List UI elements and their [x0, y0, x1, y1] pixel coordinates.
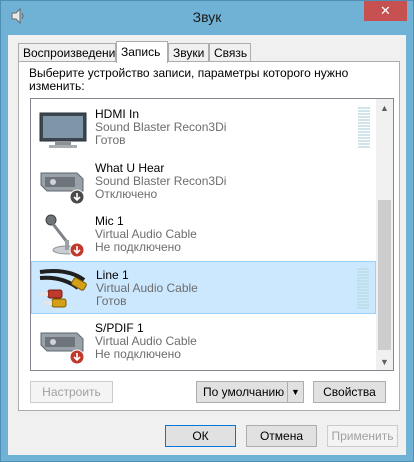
level-meter — [357, 268, 369, 310]
set-default-button[interactable]: По умолчанию ▼ — [196, 381, 304, 403]
set-default-label: По умолчанию — [203, 385, 285, 399]
scroll-up-icon[interactable]: ▲ — [376, 99, 393, 116]
device-item-what-u-hear[interactable]: What U Hear Sound Blaster Recon3Di Отклю… — [31, 155, 376, 208]
device-list-viewport: HDMI In Sound Blaster Recon3Di Готов Wha… — [31, 99, 376, 370]
ok-button[interactable]: ОК — [165, 425, 236, 447]
window-title: Звук — [192, 9, 222, 25]
device-status: Не подключено — [95, 347, 181, 361]
device-list[interactable]: HDMI In Sound Blaster Recon3Di Готов Wha… — [30, 98, 394, 371]
device-name: Line 1 — [96, 268, 129, 282]
tab-sounds[interactable]: Звуки — [168, 43, 209, 62]
scroll-thumb[interactable] — [378, 200, 391, 350]
device-item-line-1[interactable]: Line 1 Virtual Audio Cable Готов — [31, 261, 376, 314]
device-status: Не подключено — [95, 240, 181, 254]
device-item-mic-1[interactable]: Mic 1 Virtual Audio Cable Не подключено — [31, 208, 376, 261]
instruction-text: Выберите устройство записи, параметры ко… — [29, 66, 349, 93]
close-icon: ✕ — [380, 3, 391, 18]
device-driver: Virtual Audio Cable — [95, 227, 197, 241]
dialog-body: Воспроизведение Запись Звуки Связь Выбер… — [8, 35, 406, 455]
level-meter — [358, 107, 370, 149]
scroll-down-icon[interactable]: ▼ — [376, 353, 393, 370]
tab-recording[interactable]: Запись — [116, 41, 168, 63]
device-driver: Virtual Audio Cable — [96, 281, 198, 295]
configure-button[interactable]: Настроить — [30, 381, 113, 403]
microphone-unplugged-icon — [45, 214, 85, 258]
tab-communications[interactable]: Связь — [209, 43, 251, 62]
apply-button[interactable]: Применить — [327, 425, 398, 447]
device-status: Готов — [95, 133, 126, 147]
rca-cable-icon — [39, 269, 87, 308]
device-status: Отключено — [95, 187, 158, 201]
device-item-hdmi-in[interactable]: HDMI In Sound Blaster Recon3Di Готов — [31, 101, 376, 154]
chevron-down-icon[interactable]: ▼ — [287, 382, 303, 402]
device-driver: Sound Blaster Recon3Di — [95, 174, 227, 188]
device-name: What U Hear — [95, 161, 165, 175]
device-status: Готов — [96, 294, 127, 308]
device-name: Mic 1 — [95, 214, 124, 228]
recording-panel: Выберите устройство записи, параметры ко… — [18, 61, 400, 411]
monitor-icon — [39, 112, 87, 148]
tab-playback[interactable]: Воспроизведение — [18, 43, 122, 62]
close-button[interactable]: ✕ — [364, 1, 407, 21]
vertical-scrollbar[interactable]: ▲ ▼ — [376, 99, 393, 370]
device-driver: Virtual Audio Cable — [95, 334, 197, 348]
audio-device-disabled-icon — [40, 172, 85, 205]
device-name: S/PDIF 1 — [95, 321, 144, 335]
device-item-spdif-1[interactable]: S/PDIF 1 Virtual Audio Cable Не подключе… — [31, 315, 376, 368]
properties-button[interactable]: Свойства — [313, 381, 386, 403]
title-bar[interactable]: Звук ✕ — [1, 1, 413, 35]
device-name: HDMI In — [95, 107, 140, 121]
cancel-button[interactable]: Отмена — [246, 425, 317, 447]
device-driver: Sound Blaster Recon3Di — [95, 120, 227, 134]
sound-dialog: Звук ✕ Воспроизведение Запись Звуки Связ… — [0, 0, 414, 462]
audio-device-unplugged-icon — [40, 332, 85, 365]
